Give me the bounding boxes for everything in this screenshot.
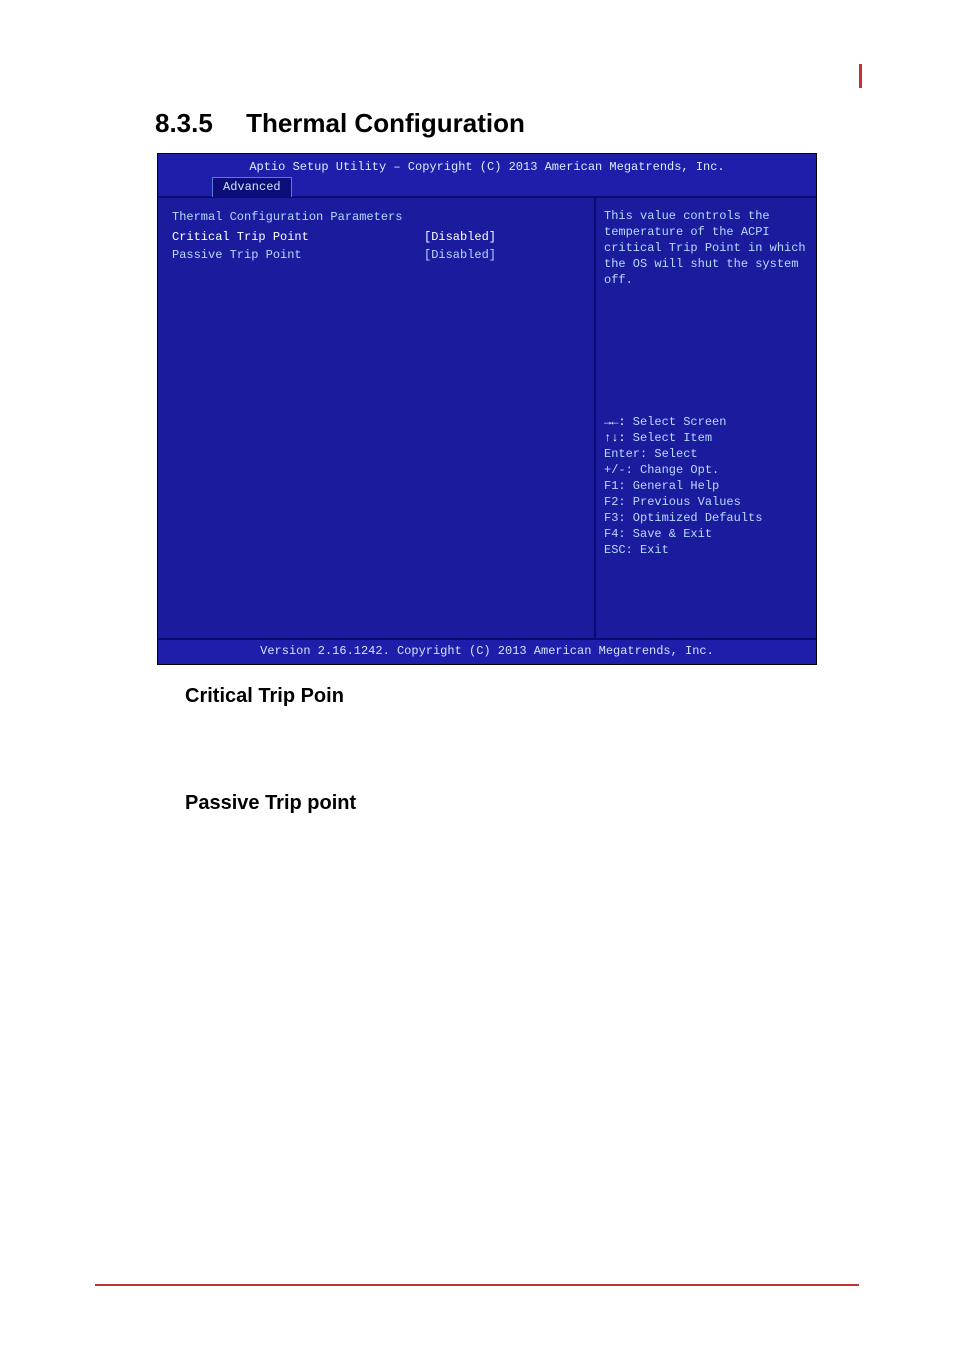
key-hint-text: F2: Previous Values xyxy=(604,494,808,510)
bios-tab-row: Advanced xyxy=(158,178,816,198)
key-arrow-ud-icon: ↑↓: xyxy=(604,431,626,445)
bios-help-text: This value controls the temperature of t… xyxy=(604,208,808,288)
bios-screenshot: Aptio Setup Utility – Copyright (C) 2013… xyxy=(157,153,817,665)
tab-advanced[interactable]: Advanced xyxy=(212,177,292,197)
corner-mark xyxy=(859,64,862,88)
bios-left-pane: Thermal Configuration Parameters Critica… xyxy=(158,198,596,638)
section-number: 8.3.5 xyxy=(155,108,213,139)
section-title-text: Thermal Configuration xyxy=(246,108,525,138)
key-hint-text: F1: General Help xyxy=(604,478,808,494)
bios-top-title: Aptio Setup Utility – Copyright (C) 2013… xyxy=(158,158,816,178)
key-hint-text: Select Item xyxy=(626,431,712,445)
bios-footer: Version 2.16.1242. Copyright (C) 2013 Am… xyxy=(158,638,816,664)
key-hint-text: F3: Optimized Defaults xyxy=(604,510,808,526)
option-value: [Disabled] xyxy=(424,246,584,264)
bios-titlebar: Aptio Setup Utility – Copyright (C) 2013… xyxy=(158,154,816,198)
key-hint-text: Enter: Select xyxy=(604,446,808,462)
key-arrow-lr-icon: →←: xyxy=(604,415,626,429)
bios-body: Thermal Configuration Parameters Critica… xyxy=(158,198,816,638)
option-critical-trip-point[interactable]: Critical Trip Point [Disabled] xyxy=(172,228,584,246)
key-hint-text: +/-: Change Opt. xyxy=(604,462,808,478)
key-hint-text: Select Screen xyxy=(626,415,727,429)
section-heading: 8.3.5 Thermal Configuration xyxy=(155,108,859,139)
footer-divider xyxy=(95,1284,859,1286)
bios-right-pane: This value controls the temperature of t… xyxy=(596,198,816,638)
option-label: Passive Trip Point xyxy=(172,246,424,264)
thermal-params-header: Thermal Configuration Parameters xyxy=(172,210,584,224)
key-hint-text: F4: Save & Exit xyxy=(604,526,808,542)
key-hint-text: ESC: Exit xyxy=(604,542,808,558)
bios-key-hints: →←: Select Screen ↑↓: Select Item Enter:… xyxy=(604,414,808,558)
option-passive-trip-point[interactable]: Passive Trip Point [Disabled] xyxy=(172,246,584,264)
option-value: [Disabled] xyxy=(424,228,584,246)
option-label: Critical Trip Point xyxy=(172,228,424,246)
subheading-critical-trip-point: Critical Trip Poin xyxy=(185,685,859,708)
subheading-passive-trip-point: Passive Trip point xyxy=(185,792,859,815)
